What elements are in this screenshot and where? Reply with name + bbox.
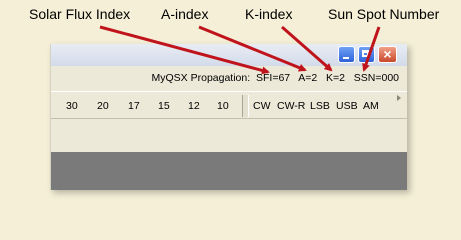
arrow-sun-spot-number [362, 26, 381, 72]
callout-arrows [99, 25, 381, 75]
page: { "callouts": { "solar_flux": "Solar Flu… [0, 0, 461, 207]
arrow-solar-flux [99, 25, 270, 75]
